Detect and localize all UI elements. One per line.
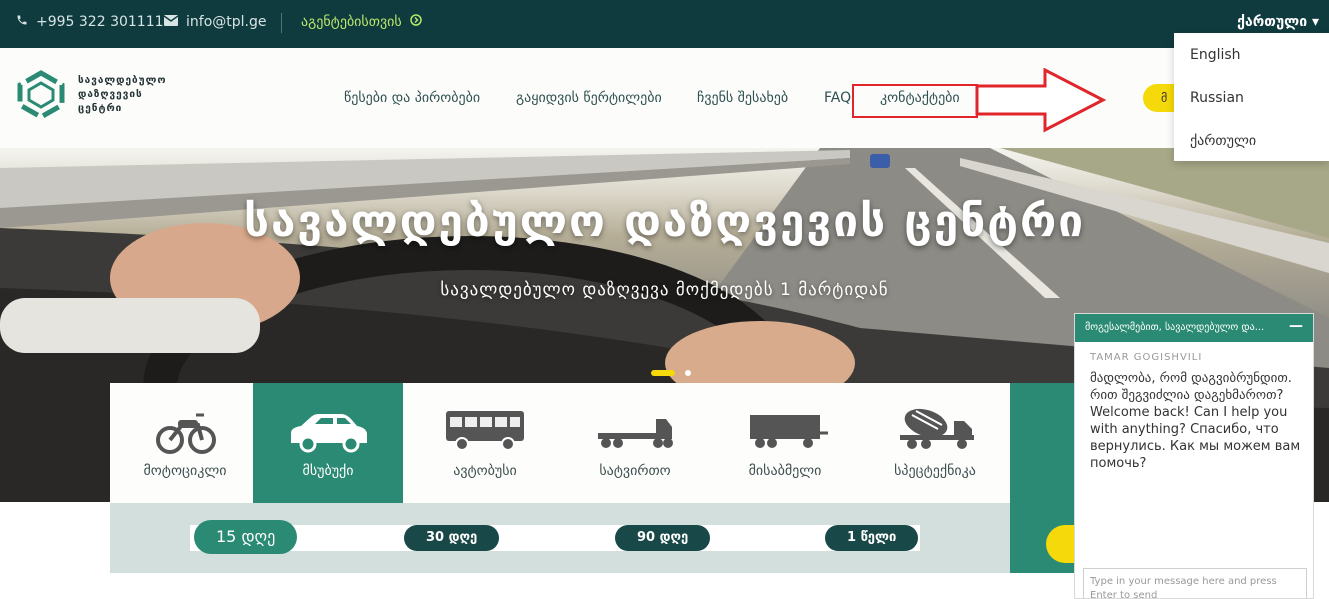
slider-dot-active[interactable] — [651, 370, 675, 376]
truck-icon — [560, 407, 710, 455]
logo-line: სავალდებულო — [78, 75, 167, 86]
chevron-down-icon: ▾ — [1311, 14, 1319, 30]
vehicle-tab-truck[interactable]: სატვირთო — [560, 383, 710, 503]
duration-option-90-days[interactable]: 90 დღე — [615, 525, 711, 551]
vehicle-label: მოტოციკლი — [143, 463, 227, 479]
current-language-label: ქართული — [1237, 14, 1308, 30]
language-option-russian[interactable]: Russian — [1190, 90, 1244, 106]
vehicle-tab-motorcycle[interactable]: მოტოციკლი — [110, 383, 260, 503]
site-header: სავალდებულო დაზღვევის ცენტრი წესები და პ… — [0, 48, 1329, 148]
logo-text[interactable]: სავალდებულო დაზღვევის ცენტრი — [78, 74, 166, 116]
logo-line: ცენტრი — [78, 103, 123, 114]
envelope-icon — [163, 14, 179, 30]
vehicle-tab-special[interactable]: სპეცტექნიკა — [860, 383, 1010, 503]
nav-about[interactable]: ჩვენს შესახებ — [697, 90, 788, 106]
vehicle-label: სპეცტექნიკა — [894, 463, 976, 479]
bus-icon — [410, 407, 560, 455]
calculator-side-panel — [1010, 383, 1086, 573]
email-address: info@tpl.ge — [186, 14, 267, 30]
chat-header[interactable]: მოგესალმებით, სავალდებულო და... — — [1075, 314, 1313, 342]
chat-message: მადლობა, რომ დაგვიბრუნდით. რით შეგვიძლია… — [1090, 371, 1301, 471]
hero-subtitle: სავალდებულო დაზღვევა მოქმედებს 1 მარტიდა… — [440, 280, 889, 300]
chat-agent-name: TAMAR GOGISHVILI — [1090, 352, 1203, 363]
duration-track[interactable] — [190, 525, 920, 551]
chat-header-title: მოგესალმებით, სავალდებულო და... — [1085, 322, 1265, 333]
annotation-arrow-icon — [975, 68, 1107, 133]
contacts-highlight-box — [852, 84, 978, 118]
phone-number: +995 322 301111 — [36, 14, 164, 30]
logo-icon[interactable] — [14, 70, 68, 120]
duration-option-1-year[interactable]: 1 წელი — [825, 525, 919, 551]
vehicle-label: სატვირთო — [599, 463, 671, 479]
nav-sales-points[interactable]: გაყიდვის წერტილები — [516, 90, 662, 106]
top-bar: +995 322 301111 info@tpl.ge აგენტებისთვი… — [0, 0, 1329, 48]
logo-line: დაზღვევის — [78, 89, 143, 100]
vehicle-type-panel: მოტოციკლი მსუბუქი ავტობუსი სატვირთო მისა… — [110, 383, 1010, 503]
agents-link-label: აგენტებისთვის — [301, 14, 402, 30]
language-switcher[interactable]: ქართული ▾ — [1237, 14, 1319, 30]
vehicle-tab-car[interactable]: მსუბუქი — [253, 383, 403, 503]
nav-faq[interactable]: FAQ — [824, 90, 851, 106]
arrow-circle-icon — [409, 14, 422, 30]
duration-option-15-days[interactable]: 15 დღე — [194, 520, 298, 554]
header-action-label: მ — [1161, 91, 1168, 105]
nav-terms[interactable]: წესები და პირობები — [344, 90, 480, 106]
minimize-button[interactable]: — — [1289, 318, 1303, 334]
email-contact[interactable]: info@tpl.ge — [163, 14, 267, 30]
hero-title: სავალდებულო დაზღვევის ცენტრი — [243, 196, 1086, 247]
chat-message-input[interactable]: Type in your message here and press Ente… — [1083, 568, 1307, 599]
car-icon — [253, 407, 403, 455]
language-option-english[interactable]: English — [1190, 47, 1241, 63]
topbar-divider — [281, 13, 282, 33]
duration-option-30-days[interactable]: 30 დღე — [404, 525, 500, 551]
vehicle-label: ავტობუსი — [453, 463, 517, 479]
phone-icon — [16, 14, 28, 30]
phone-contact[interactable]: +995 322 301111 — [16, 14, 164, 30]
vehicle-tab-trailer[interactable]: მისაბმელი — [710, 383, 860, 503]
agents-link[interactable]: აგენტებისთვის — [301, 14, 422, 30]
vehicle-label: მსუბუქი — [302, 463, 354, 479]
vehicle-tab-bus[interactable]: ავტობუსი — [410, 383, 560, 503]
slider-dot[interactable] — [685, 370, 691, 376]
vehicle-label: მისაბმელი — [748, 463, 822, 479]
motorcycle-icon — [110, 407, 260, 455]
trailer-icon — [710, 407, 860, 455]
cement-mixer-icon — [860, 407, 1010, 455]
chat-widget: მოგესალმებით, სავალდებულო და... — TAMAR … — [1074, 313, 1314, 599]
language-option-georgian[interactable]: ქართული — [1190, 133, 1256, 149]
language-dropdown: English Russian ქართული — [1174, 33, 1329, 161]
